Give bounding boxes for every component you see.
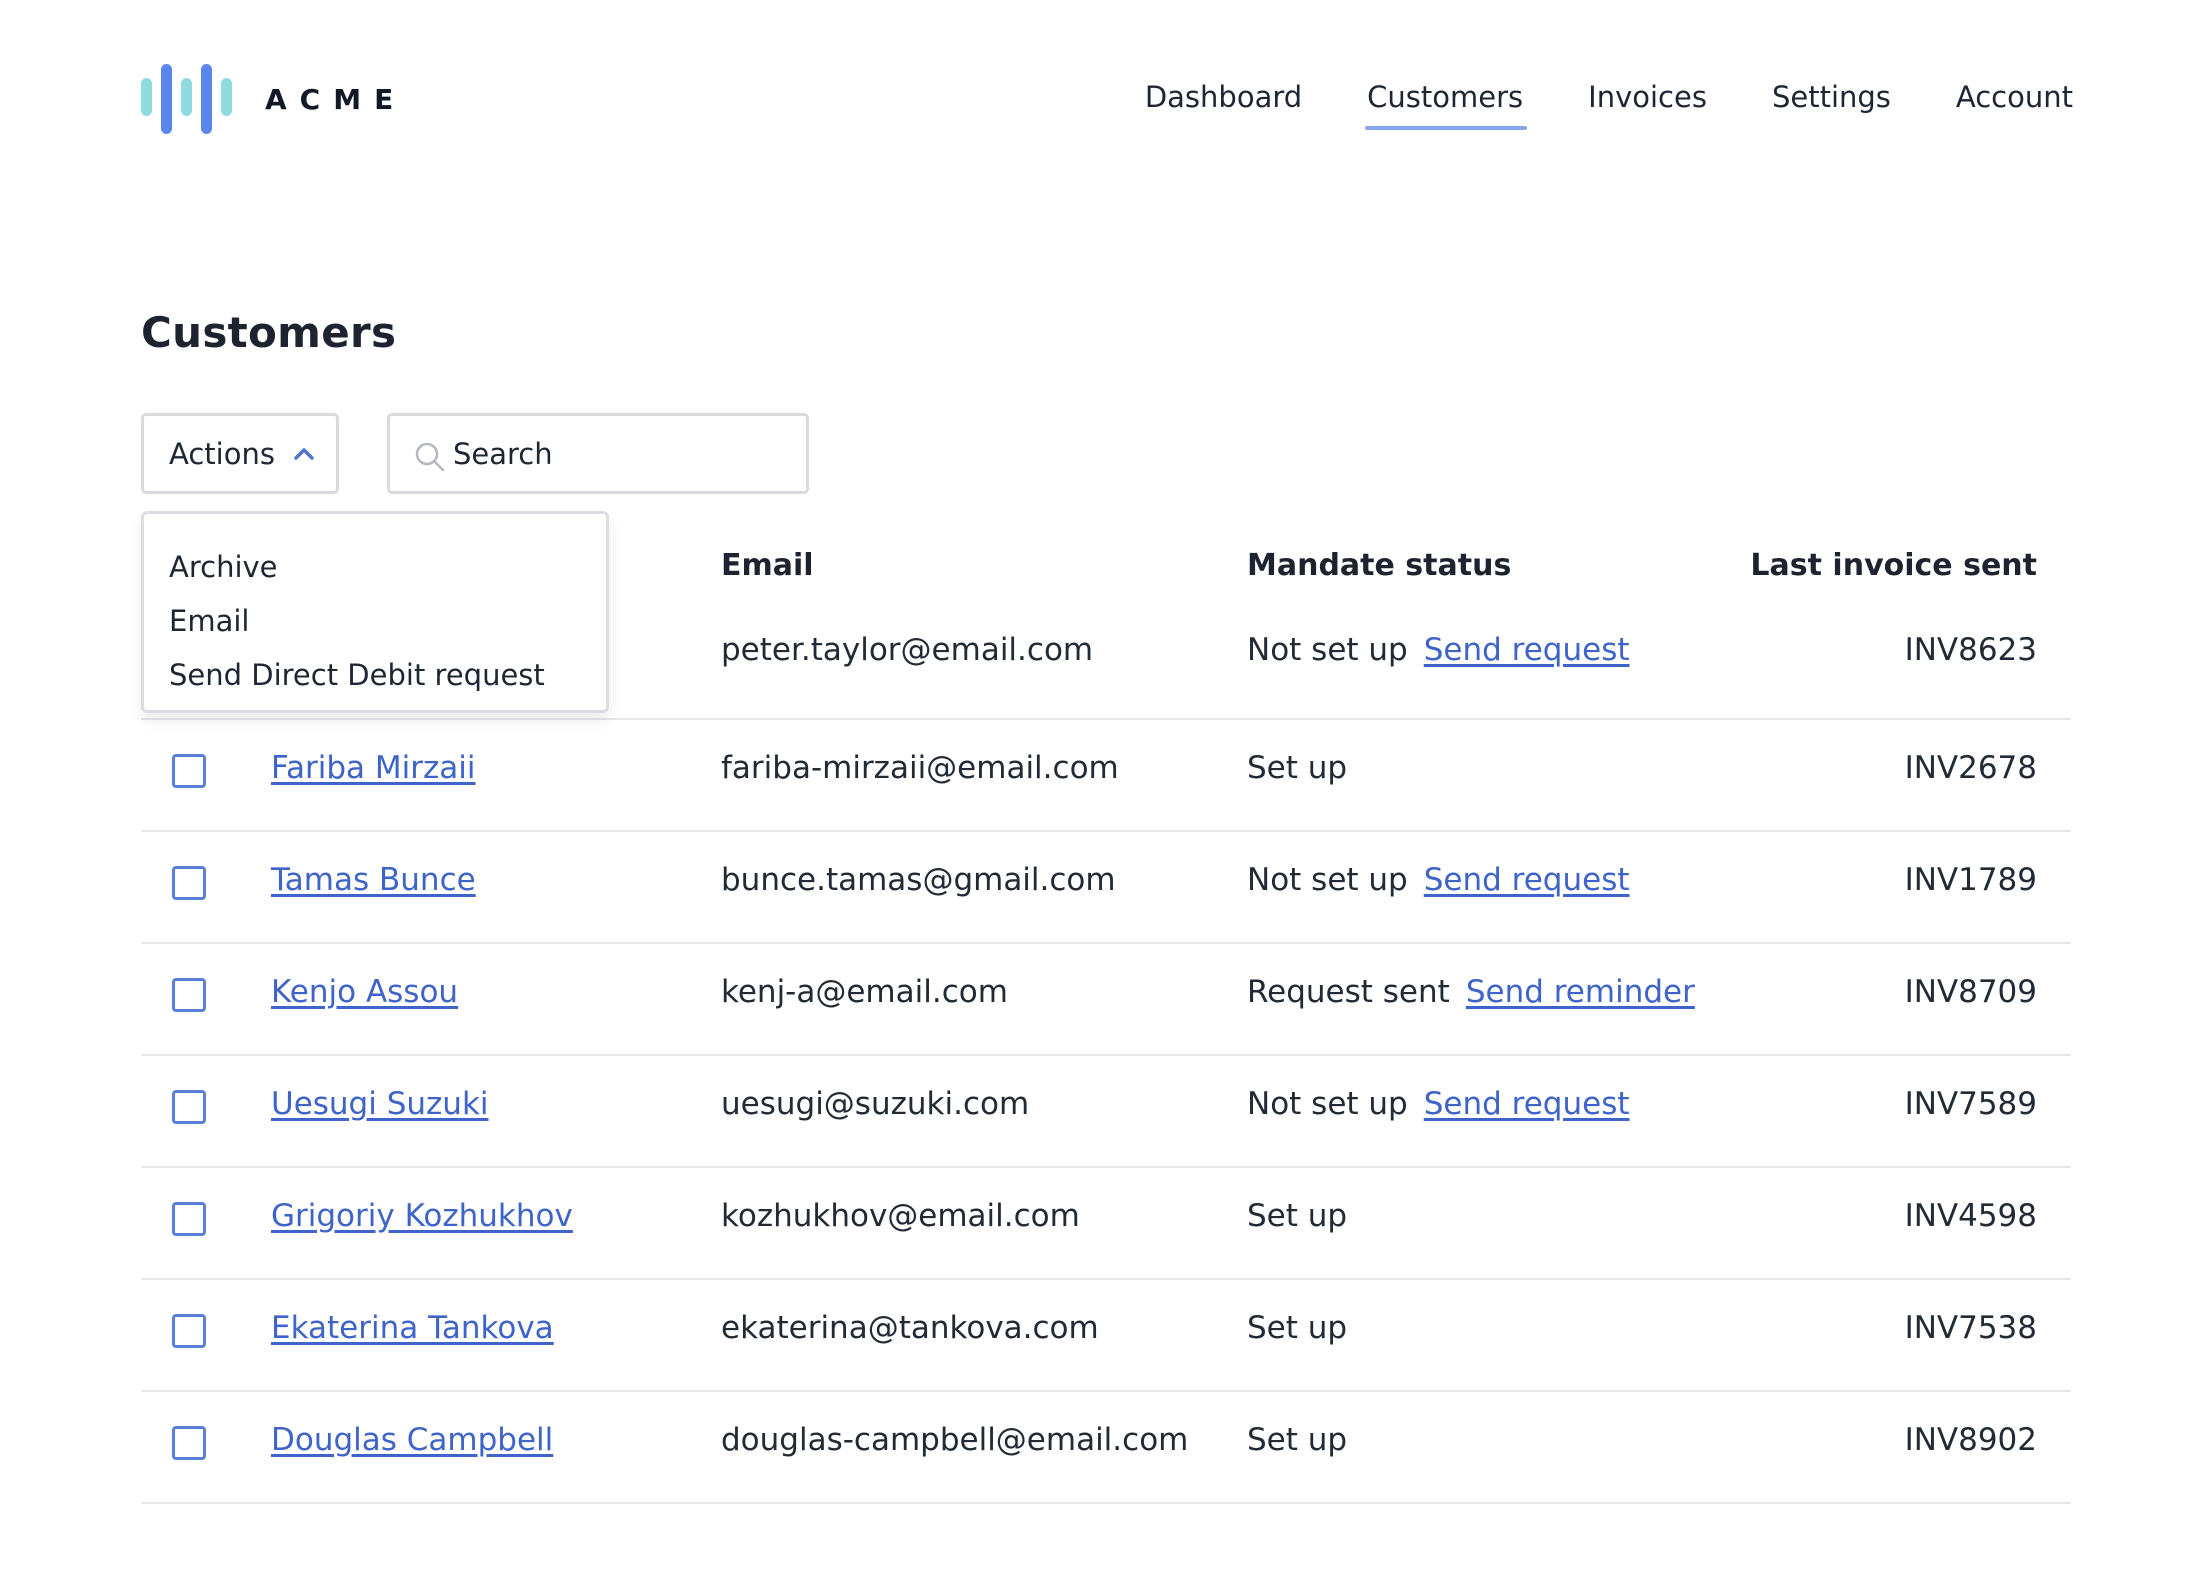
- table-row: Kenjo Assou kenj-a@email.com Request sen…: [141, 944, 2071, 1056]
- logo-text: ACME: [265, 82, 407, 116]
- search-input[interactable]: [453, 416, 793, 491]
- customer-email: kozhukhov@email.com: [721, 1198, 1080, 1234]
- customer-email: bunce.tamas@gmail.com: [721, 862, 1116, 898]
- send-request-link[interactable]: Send request: [1424, 862, 1630, 898]
- last-invoice: INV7538: [1904, 1310, 2037, 1346]
- last-invoice: INV8902: [1904, 1422, 2037, 1458]
- customer-email: douglas-campbell@email.com: [721, 1422, 1189, 1458]
- customer-email: uesugi@suzuki.com: [721, 1086, 1030, 1122]
- row-checkbox[interactable]: [172, 1202, 206, 1236]
- mandate-status-text: Not set up: [1247, 632, 1408, 668]
- last-invoice: INV8709: [1904, 974, 2037, 1010]
- mandate-status: Request sent Send reminder: [1247, 974, 1695, 1010]
- row-checkbox[interactable]: [172, 1314, 206, 1348]
- header-email: Email: [721, 548, 814, 583]
- main-nav: Dashboard Customers Invoices Settings Ac…: [1080, 80, 2073, 130]
- search-box: [387, 413, 809, 494]
- send-request-link[interactable]: Send request: [1424, 1086, 1630, 1122]
- customer-name-link[interactable]: Fariba Mirzaii: [271, 750, 475, 786]
- acme-logo[interactable]: ACME: [141, 64, 406, 134]
- customer-email: fariba-mirzaii@email.com: [721, 750, 1119, 786]
- mandate-status: Set up: [1247, 750, 1347, 786]
- mandate-status-text: Set up: [1247, 1422, 1348, 1458]
- mandate-status-text: Not set up: [1247, 862, 1408, 898]
- actions-label: Actions: [169, 436, 275, 471]
- nav-dashboard[interactable]: Dashboard: [1145, 80, 1302, 114]
- table-row: Uesugi Suzuki uesugi@suzuki.com Not set …: [141, 1056, 2071, 1168]
- customer-name-link[interactable]: Kenjo Assou: [271, 974, 458, 1010]
- menu-item-archive[interactable]: Archive: [144, 540, 606, 594]
- mandate-status: Set up: [1247, 1310, 1347, 1346]
- customer-name-link[interactable]: Douglas Campbell: [271, 1422, 553, 1458]
- table-row: Douglas Campbell douglas-campbell@email.…: [141, 1392, 2071, 1504]
- actions-dropdown-button[interactable]: Actions: [141, 413, 339, 494]
- header-mandate-status: Mandate status: [1247, 548, 1512, 583]
- mandate-status: Not set up Send request: [1247, 632, 1630, 668]
- mandate-status: Not set up Send request: [1247, 862, 1630, 898]
- menu-item-email[interactable]: Email: [144, 594, 606, 648]
- last-invoice: INV2678: [1904, 750, 2037, 786]
- last-invoice: INV8623: [1904, 632, 2037, 668]
- last-invoice: INV4598: [1904, 1198, 2037, 1234]
- last-invoice: INV7589: [1904, 1086, 2037, 1122]
- nav-invoices[interactable]: Invoices: [1588, 80, 1707, 114]
- customer-name-link[interactable]: Ekaterina Tankova: [271, 1310, 554, 1346]
- row-checkbox[interactable]: [172, 978, 206, 1012]
- table-row: Grigoriy Kozhukhov kozhukhov@email.com S…: [141, 1168, 2071, 1280]
- last-invoice: INV1789: [1904, 862, 2037, 898]
- header-last-invoice-sent: Last invoice sent: [1750, 548, 2037, 583]
- logo-mark-icon: [141, 64, 232, 134]
- customer-email: kenj-a@email.com: [721, 974, 1008, 1010]
- row-checkbox[interactable]: [172, 1426, 206, 1460]
- mandate-status-text: Set up: [1247, 750, 1348, 786]
- mandate-status-text: Not set up: [1247, 1086, 1408, 1122]
- mandate-status-text: Set up: [1247, 1198, 1348, 1234]
- nav-account[interactable]: Account: [1956, 80, 2073, 114]
- nav-settings[interactable]: Settings: [1772, 80, 1891, 114]
- menu-item-send-direct-debit-request[interactable]: Send Direct Debit request: [144, 648, 606, 702]
- page-title: Customers: [141, 308, 397, 357]
- mandate-status-text: Set up: [1247, 1310, 1348, 1346]
- row-checkbox[interactable]: [172, 1090, 206, 1124]
- mandate-status: Not set up Send request: [1247, 1086, 1630, 1122]
- mandate-status: Set up: [1247, 1422, 1347, 1458]
- mandate-status: Set up: [1247, 1198, 1347, 1234]
- nav-customers[interactable]: Customers: [1365, 80, 1528, 130]
- table-row: Tamas Bunce bunce.tamas@gmail.com Not se…: [141, 832, 2071, 944]
- send-reminder-link[interactable]: Send reminder: [1466, 974, 1695, 1010]
- row-checkbox[interactable]: [172, 866, 206, 900]
- chevron-up-icon: [294, 448, 314, 460]
- customer-email: ekaterina@tankova.com: [721, 1310, 1099, 1346]
- customer-name-link[interactable]: Tamas Bunce: [271, 862, 476, 898]
- search-icon: [415, 442, 445, 472]
- customer-name-link[interactable]: Grigoriy Kozhukhov: [271, 1198, 573, 1234]
- mandate-status-text: Request sent: [1247, 974, 1450, 1010]
- table-row: Fariba Mirzaii fariba-mirzaii@email.com …: [141, 720, 2071, 832]
- customer-email: peter.taylor@email.com: [721, 632, 1094, 668]
- customer-name-link[interactable]: Uesugi Suzuki: [271, 1086, 489, 1122]
- table-row: Ekaterina Tankova ekaterina@tankova.com …: [141, 1280, 2071, 1392]
- actions-menu: Archive Email Send Direct Debit request: [141, 511, 609, 713]
- row-checkbox[interactable]: [172, 754, 206, 788]
- send-request-link[interactable]: Send request: [1424, 632, 1630, 668]
